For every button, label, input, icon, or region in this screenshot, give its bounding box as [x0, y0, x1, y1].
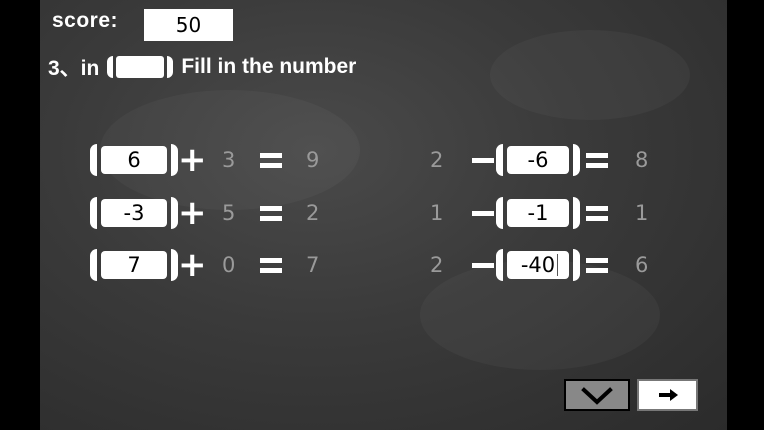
equation-left-3: 7 + 0 7 — [90, 245, 330, 285]
checkmark-icon — [581, 387, 613, 405]
answer-input[interactable]: -1 — [507, 199, 569, 227]
equals-sign — [586, 197, 608, 229]
operand: 3 — [222, 148, 236, 172]
equals-sign — [260, 249, 282, 281]
chalk-smudge — [490, 30, 690, 120]
result: 6 — [635, 253, 649, 277]
result: 1 — [635, 201, 649, 225]
operand: 5 — [222, 201, 236, 225]
answer-input[interactable]: -6 — [507, 146, 569, 174]
answer-slot[interactable]: 7 — [90, 249, 178, 281]
answer-slot[interactable]: 6 — [90, 144, 178, 176]
equation-right-1: 2 -6 8 — [430, 144, 670, 176]
minus-sign — [472, 249, 494, 281]
equation-right-3: 2 -40 6 — [430, 249, 670, 281]
result: 2 — [306, 201, 320, 225]
instruction: 3、in Fill in the number — [48, 53, 356, 81]
minus-sign — [472, 197, 494, 229]
plus-sign: + — [178, 245, 207, 285]
equation-left-1: 6 + 3 9 — [90, 140, 330, 180]
result: 9 — [306, 148, 320, 172]
blank-slot-example — [107, 56, 174, 78]
chalkboard: score: 50 3、in Fill in the number 6 + 3 … — [40, 0, 727, 430]
next-button[interactable] — [637, 379, 698, 411]
answer-input[interactable]: -3 — [101, 199, 167, 227]
arrow-right-icon — [659, 389, 678, 401]
check-button[interactable] — [564, 379, 630, 411]
equation-left-2: -3 + 5 2 — [90, 193, 330, 233]
answer-input[interactable]: 6 — [101, 146, 167, 174]
operand: 0 — [222, 253, 236, 277]
plus-sign: + — [178, 140, 207, 180]
answer-input[interactable]: -40 — [507, 251, 569, 279]
first-operand: 1 — [430, 201, 444, 225]
plus-sign: + — [178, 193, 207, 233]
equals-sign — [260, 144, 282, 176]
instruction-number: 3、in — [48, 57, 100, 80]
equals-sign — [260, 197, 282, 229]
score-label: score: — [52, 9, 119, 32]
equals-sign — [586, 249, 608, 281]
answer-slot[interactable]: -1 — [496, 197, 580, 229]
answer-slot[interactable]: -40 — [496, 249, 580, 281]
answer-input[interactable]: 7 — [101, 251, 167, 279]
equation-right-2: 1 -1 1 — [430, 197, 670, 229]
equals-sign — [586, 144, 608, 176]
answer-slot[interactable]: -3 — [90, 197, 178, 229]
result: 8 — [635, 148, 649, 172]
instruction-text: Fill in the number — [181, 55, 357, 78]
score-value: 50 — [144, 9, 233, 41]
text-cursor — [557, 254, 558, 276]
result: 7 — [306, 253, 320, 277]
first-operand: 2 — [430, 148, 444, 172]
answer-slot[interactable]: -6 — [496, 144, 580, 176]
first-operand: 2 — [430, 253, 444, 277]
minus-sign — [472, 144, 494, 176]
